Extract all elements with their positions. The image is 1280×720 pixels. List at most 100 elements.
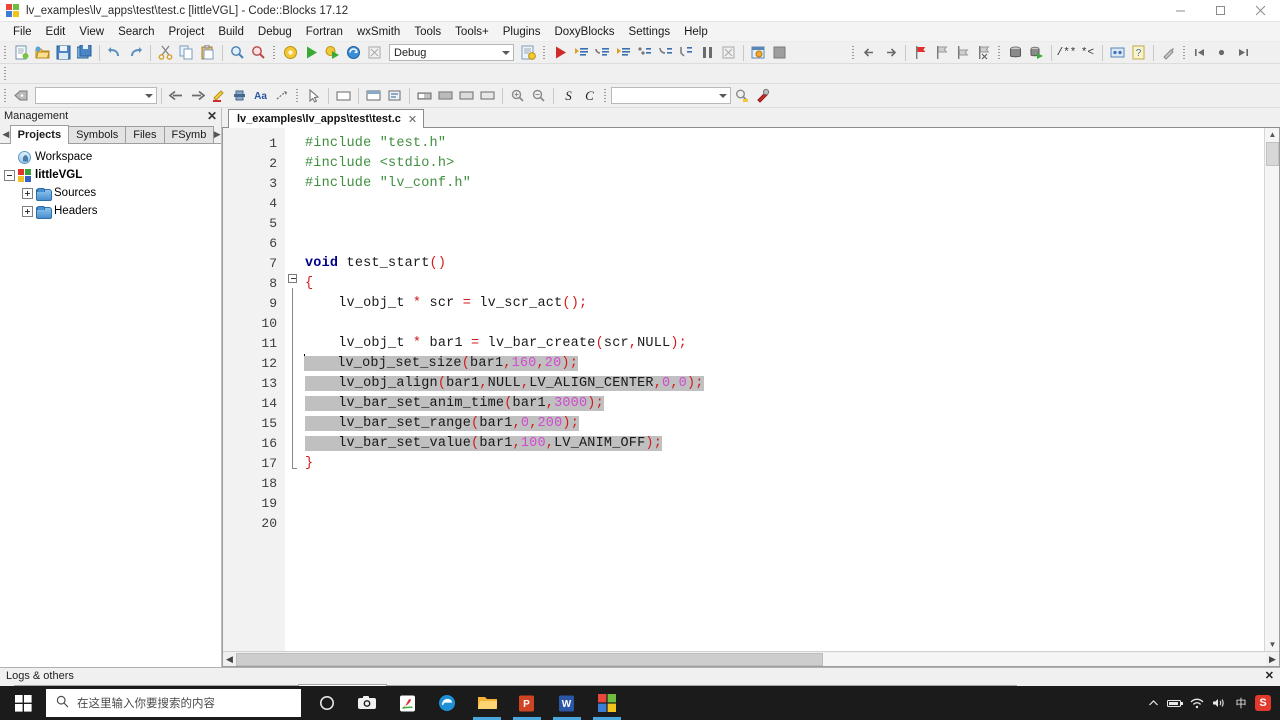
fortran-search-input[interactable] [611, 87, 731, 104]
menu-view[interactable]: View [72, 24, 111, 40]
code-line[interactable]: #include <stdio.h> [303, 154, 1264, 174]
expand-icon[interactable] [22, 187, 33, 199]
code-line[interactable] [303, 314, 1264, 334]
save-all-icon[interactable] [74, 43, 95, 63]
doxy-config-icon[interactable] [1158, 43, 1179, 63]
code-line[interactable]: } [303, 454, 1264, 474]
code-line[interactable]: void test_start() [303, 254, 1264, 274]
zoom-out-icon[interactable] [528, 86, 549, 106]
menu-tools[interactable]: Tools [407, 24, 448, 40]
code-line[interactable] [303, 194, 1264, 214]
horizontal-scroll-thumb[interactable] [236, 652, 824, 666]
chevron-left-icon[interactable]: ◀ [2, 126, 10, 143]
chevron-right-icon[interactable]: ▶ [1266, 653, 1279, 666]
pointer-icon[interactable] [303, 86, 324, 106]
code-line[interactable]: lv_obj_t * scr = lv_scr_act(); [303, 294, 1264, 314]
bookmark-prev-icon[interactable] [931, 43, 952, 63]
various-info-icon[interactable] [769, 43, 790, 63]
build-target-combo[interactable]: Debug [389, 44, 514, 61]
code-line[interactable]: lv_bar_set_range(bar1,0,200); [303, 414, 1264, 434]
code-editor[interactable]: 1 2 3 4 5 6 7 8 9 10 11 12 13 14 15 16 17 18 19 20 #include… [223, 128, 1264, 651]
close-icon[interactable]: ✕ [1265, 669, 1274, 682]
panel-icon[interactable] [384, 86, 405, 106]
hscroll-track[interactable] [236, 652, 1266, 666]
menu-settings[interactable]: Settings [622, 24, 678, 40]
collapse-icon[interactable] [4, 169, 15, 181]
textctrl-icon[interactable] [414, 86, 435, 106]
new-file-icon[interactable] [11, 43, 32, 63]
code-line[interactable]: lv_bar_set_value(bar1,100,LV_ANIM_OFF); [303, 434, 1264, 454]
nav-forward-icon[interactable] [880, 43, 901, 63]
code-line[interactable]: #include "lv_conf.h" [303, 174, 1264, 194]
expand-icon[interactable] [22, 205, 33, 217]
save-icon[interactable] [53, 43, 74, 63]
toolbar-grip[interactable] [271, 45, 278, 61]
toolbar-grip[interactable] [996, 45, 1003, 61]
comment-icon[interactable]: /** [1056, 43, 1077, 63]
tree-item-workspace[interactable]: Workspace [4, 148, 221, 166]
close-icon[interactable]: ✕ [408, 113, 417, 126]
code-line[interactable]: lv_bar_set_anim_time(bar1,3000); [303, 394, 1264, 414]
scroll-down-icon[interactable]: ▼ [1265, 638, 1280, 651]
redo-icon[interactable] [125, 43, 146, 63]
highlight-icon[interactable] [208, 86, 229, 106]
menu-file[interactable]: File [6, 24, 39, 40]
menu-doxyblocks[interactable]: DoxyBlocks [547, 24, 621, 40]
menu-fortran[interactable]: Fortran [299, 24, 350, 40]
code-line[interactable]: lv_obj_set_size(bar1,160,20); [303, 354, 1264, 374]
mark-icon[interactable] [1211, 43, 1232, 63]
last-icon[interactable] [1232, 43, 1253, 63]
word-icon[interactable]: W [547, 686, 587, 720]
menu-edit[interactable]: Edit [39, 24, 73, 40]
abort-icon[interactable] [364, 43, 385, 63]
toolbar-grip[interactable] [2, 88, 9, 104]
undo-icon[interactable] [104, 43, 125, 63]
ascii-icon[interactable]: Aa [250, 86, 271, 106]
toolbar-grip[interactable] [2, 66, 9, 82]
code-line[interactable]: lv_obj_align(bar1,NULL,LV_ALIGN_CENTER,0… [303, 374, 1264, 394]
build-target-settings-icon[interactable] [518, 43, 539, 63]
code-line[interactable]: #include "test.h" [303, 134, 1264, 154]
frame-icon[interactable] [333, 86, 354, 106]
class-icon[interactable]: C [579, 86, 600, 106]
menu-debug[interactable]: Debug [251, 24, 299, 40]
wifi-icon[interactable] [1186, 686, 1208, 720]
menu-help[interactable]: Help [677, 24, 715, 40]
symbol-search-input[interactable] [35, 87, 157, 104]
editor-horizontal-scrollbar[interactable]: ◀ ▶ [223, 651, 1279, 666]
tab-symbols[interactable]: Symbols [68, 126, 127, 143]
toolbar-grip[interactable] [294, 88, 301, 104]
code-line[interactable] [303, 474, 1264, 494]
volume-icon[interactable] [1208, 686, 1230, 720]
doxy-run-icon[interactable] [1026, 43, 1047, 63]
toolbar-grip[interactable] [541, 45, 548, 61]
maximize-button[interactable] [1200, 0, 1240, 22]
jump-icon[interactable] [271, 86, 292, 106]
show-hidden-icons-icon[interactable] [1142, 686, 1164, 720]
tag-icon[interactable] [11, 86, 32, 106]
cortana-icon[interactable] [307, 686, 347, 720]
tab-projects[interactable]: Projects [9, 125, 70, 144]
battery-icon[interactable] [1164, 686, 1186, 720]
menu-search[interactable]: Search [111, 24, 161, 40]
fortran-find-icon[interactable] [731, 86, 752, 106]
find-icon[interactable] [227, 43, 248, 63]
bookmark-red-icon[interactable] [910, 43, 931, 63]
ime-chinese-icon[interactable]: 中 [1230, 686, 1252, 720]
next-instruction-icon[interactable] [655, 43, 676, 63]
next-line-icon[interactable] [592, 43, 613, 63]
close-button[interactable] [1240, 0, 1280, 22]
stop-debugger-icon[interactable] [718, 43, 739, 63]
radio-icon[interactable] [477, 86, 498, 106]
step-out-icon[interactable] [634, 43, 655, 63]
source-icon[interactable]: S [558, 86, 579, 106]
back-icon[interactable] [166, 86, 187, 106]
code-line[interactable]: { [303, 274, 1264, 294]
file-explorer-icon[interactable] [467, 686, 507, 720]
toolbar-grip[interactable] [1181, 45, 1188, 61]
dialog-icon[interactable] [363, 86, 384, 106]
minimize-button[interactable] [1160, 0, 1200, 22]
toggle-icon[interactable] [229, 86, 250, 106]
tab-files[interactable]: Files [125, 126, 165, 143]
powerpoint-icon[interactable]: P [507, 686, 547, 720]
